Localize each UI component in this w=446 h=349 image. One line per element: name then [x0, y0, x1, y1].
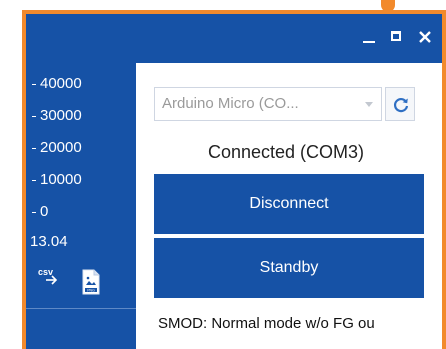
disconnect-button[interactable]: Disconnect: [154, 174, 424, 234]
window-controls: [360, 28, 434, 46]
y-tick-label: 20000: [32, 139, 82, 157]
y-tick-value: 0: [40, 203, 49, 220]
y-tick-value: 20000: [40, 139, 82, 156]
tick-mark: [32, 83, 36, 85]
refresh-icon: [393, 98, 409, 113]
png-file-icon: PNG: [82, 269, 100, 295]
device-select[interactable]: Arduino Micro (CO...: [154, 87, 382, 121]
refresh-button[interactable]: [385, 87, 415, 121]
y-tick-label: 10000: [32, 171, 82, 189]
export-csv-button[interactable]: csv: [38, 267, 66, 289]
maximize-icon[interactable]: [388, 28, 406, 46]
y-tick-label: 40000: [32, 75, 82, 93]
divider: [26, 308, 136, 309]
tick-mark: [32, 115, 36, 117]
export-png-label: PNG: [87, 288, 95, 292]
connection-panel: Arduino Micro (CO... Connected (COM3) Di…: [136, 63, 442, 349]
tick-mark: [32, 147, 36, 149]
export-png-button[interactable]: PNG: [82, 269, 100, 295]
minimize-icon[interactable]: [360, 28, 378, 46]
chevron-down-icon: [365, 102, 373, 107]
device-select-value: Arduino Micro (CO...: [162, 95, 299, 112]
y-tick-label: 30000: [32, 107, 82, 125]
y-tick-value: 30000: [40, 107, 82, 124]
y-tick-value: 10000: [40, 171, 82, 188]
smod-status: SMOD: Normal mode w/o FG ou: [158, 315, 375, 332]
close-icon[interactable]: [416, 28, 434, 46]
app-window: 40000 30000 20000 10000 0 13.04 csv PNG …: [22, 10, 446, 349]
x-value-readout: 13.04: [30, 233, 68, 250]
tick-mark: [32, 211, 36, 213]
standby-button[interactable]: Standby: [154, 238, 424, 298]
arrow-right-icon: [46, 275, 58, 285]
tick-mark: [32, 179, 36, 181]
y-tick-label: 0: [32, 203, 48, 221]
connection-status: Connected (COM3): [207, 142, 365, 162]
y-tick-value: 40000: [40, 75, 82, 92]
